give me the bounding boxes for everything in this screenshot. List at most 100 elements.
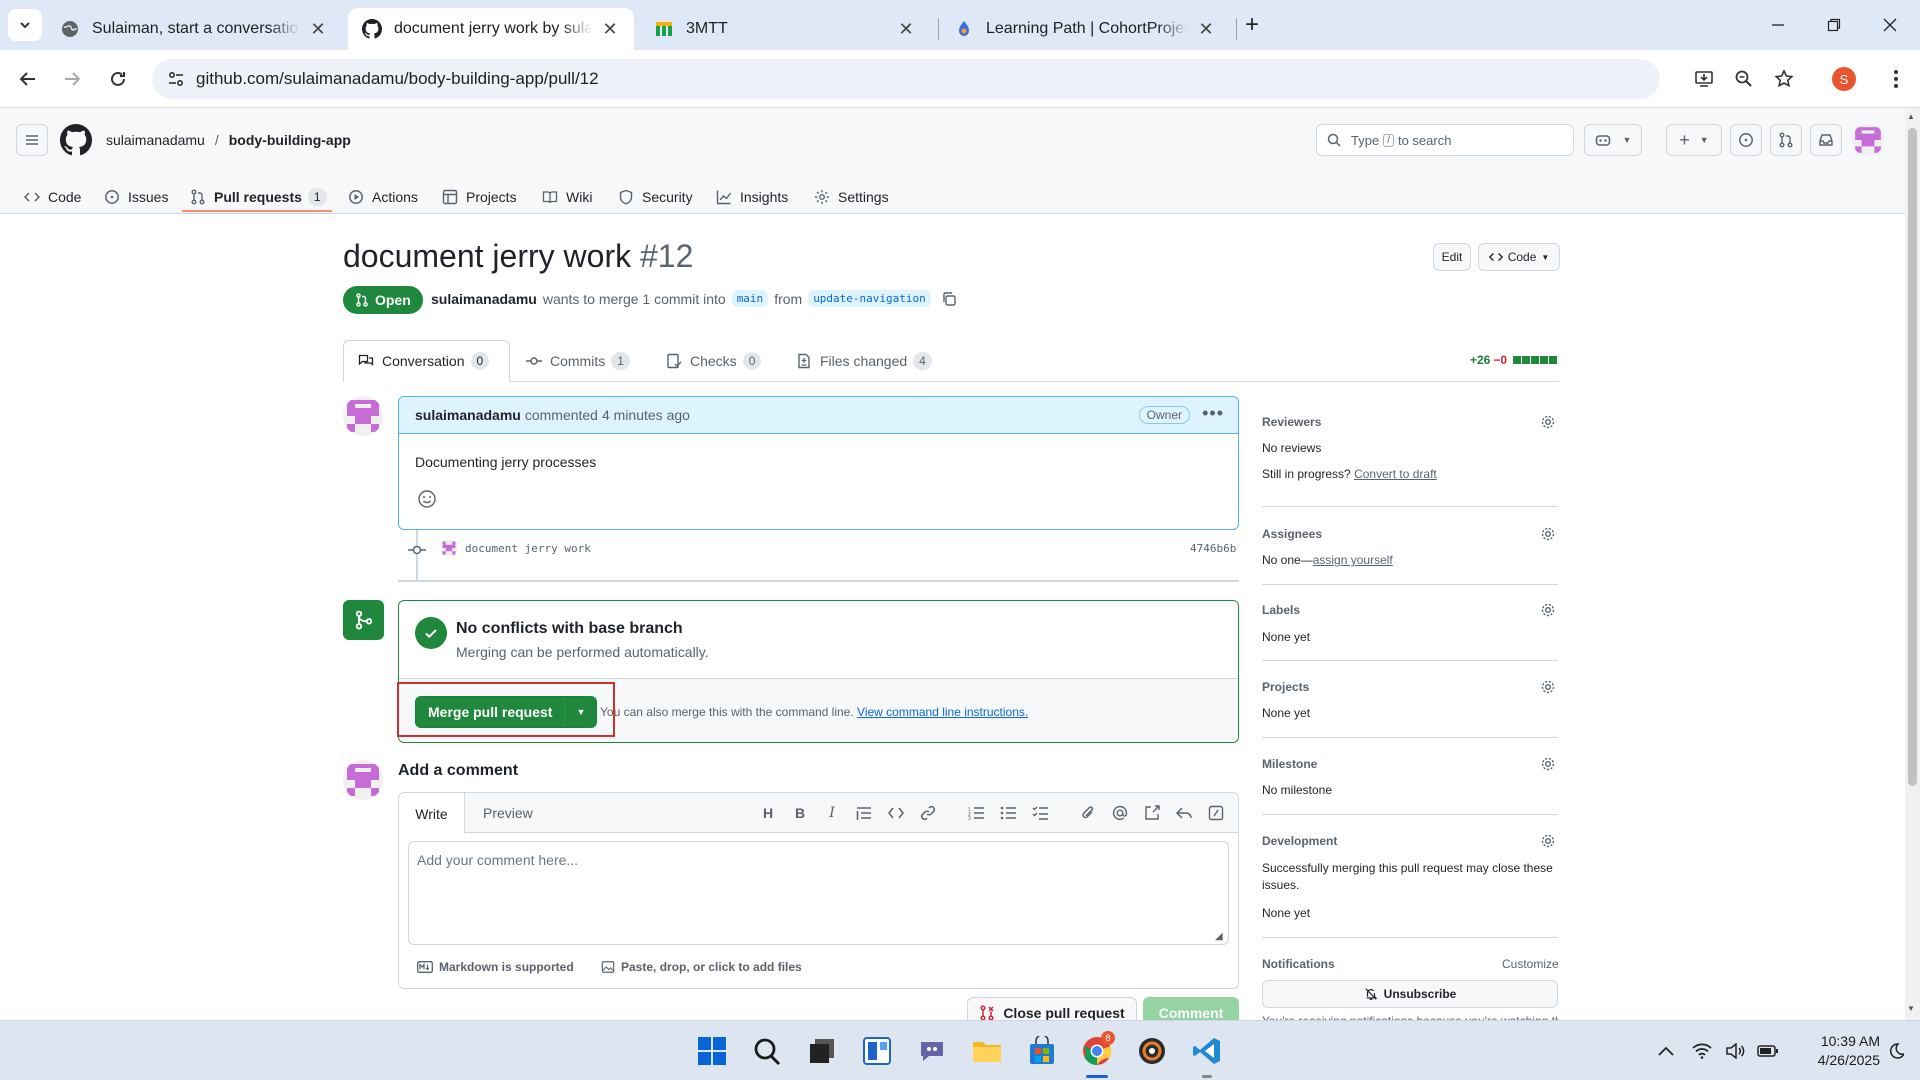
restore-button[interactable] bbox=[1806, 0, 1862, 50]
install-app-icon[interactable] bbox=[1688, 63, 1720, 95]
close-icon[interactable]: ✕ bbox=[308, 19, 328, 40]
task-list-icon[interactable] bbox=[1030, 803, 1050, 823]
teams-chat-icon[interactable] bbox=[914, 1033, 950, 1069]
bookmark-star-icon[interactable] bbox=[1768, 63, 1800, 95]
kebab-menu-icon[interactable]: ••• bbox=[1202, 403, 1224, 424]
wifi-icon[interactable] bbox=[1688, 1033, 1716, 1069]
markdown-supported[interactable]: Markdown is supported bbox=[417, 960, 574, 974]
gear-icon[interactable] bbox=[1540, 414, 1556, 430]
milestone-heading[interactable]: Milestone bbox=[1262, 757, 1317, 771]
system-clock[interactable]: 10:39 AM 4/26/2025 bbox=[1790, 1032, 1880, 1070]
repo-nav-issues[interactable]: Issues bbox=[104, 181, 168, 213]
comment-author[interactable]: sulaimanadamu bbox=[415, 407, 521, 423]
unsubscribe-button[interactable]: Unsubscribe bbox=[1262, 980, 1558, 1008]
copilot-button[interactable]: ▼ bbox=[1584, 124, 1642, 156]
comment-time[interactable]: 4 minutes ago bbox=[602, 407, 690, 423]
profile-avatar[interactable]: S bbox=[1832, 67, 1856, 91]
widgets-icon[interactable] bbox=[859, 1033, 895, 1069]
cross-reference-icon[interactable] bbox=[1142, 803, 1162, 823]
commit-sha[interactable]: 4746b6b bbox=[1190, 542, 1236, 555]
gear-icon[interactable] bbox=[1540, 833, 1556, 849]
owner-link[interactable]: sulaimanadamu bbox=[106, 132, 205, 148]
github-logo[interactable] bbox=[60, 124, 92, 159]
repo-nav-pull-requests[interactable]: Pull requests 1 bbox=[190, 181, 327, 213]
projects-heading[interactable]: Projects bbox=[1262, 680, 1309, 694]
customize-link[interactable]: Customize bbox=[1502, 957, 1559, 971]
reply-icon[interactable] bbox=[1174, 803, 1194, 823]
site-info-icon[interactable] bbox=[166, 69, 186, 94]
quote-icon[interactable] bbox=[854, 803, 874, 823]
labels-heading[interactable]: Labels bbox=[1262, 603, 1300, 617]
link-icon[interactable] bbox=[918, 803, 938, 823]
repo-nav-wiki[interactable]: Wiki bbox=[542, 181, 592, 213]
more-menu-icon[interactable] bbox=[1880, 63, 1912, 95]
commit-author-avatar[interactable] bbox=[441, 540, 457, 556]
repo-nav-projects[interactable]: Projects bbox=[442, 181, 517, 213]
tab-files-changed[interactable]: Files changed 4 bbox=[796, 340, 932, 382]
slash-command-icon[interactable] bbox=[1206, 803, 1226, 823]
comment-textarea[interactable]: Add your comment here... bbox=[408, 841, 1229, 945]
volume-icon[interactable] bbox=[1722, 1033, 1750, 1069]
battery-icon[interactable] bbox=[1754, 1033, 1782, 1069]
command-line-link[interactable]: View command line instructions. bbox=[857, 705, 1028, 719]
search-input[interactable]: Type / to search bbox=[1316, 124, 1574, 156]
edit-title-button[interactable]: Edit bbox=[1433, 243, 1471, 271]
scrollbar-thumb[interactable] bbox=[1908, 128, 1917, 786]
copy-icon[interactable] bbox=[941, 291, 957, 307]
tab-write[interactable]: Write bbox=[399, 793, 465, 834]
create-new-button[interactable]: + ▼ bbox=[1666, 124, 1722, 156]
assignees-heading[interactable]: Assignees bbox=[1262, 527, 1322, 541]
chrome-icon[interactable]: 8 bbox=[1079, 1031, 1115, 1069]
bold-icon[interactable]: B bbox=[790, 803, 810, 823]
tab-checks[interactable]: Checks 0 bbox=[666, 340, 762, 382]
heading-icon[interactable]: H bbox=[758, 803, 778, 823]
code-icon[interactable] bbox=[886, 803, 906, 823]
reviewers-heading[interactable]: Reviewers bbox=[1262, 415, 1321, 429]
media-player-icon[interactable] bbox=[1134, 1033, 1170, 1069]
repo-link[interactable]: body-building-app bbox=[229, 132, 351, 148]
commit-message[interactable]: document jerry work bbox=[465, 542, 591, 555]
forward-arrow-icon[interactable] bbox=[56, 63, 88, 95]
close-icon[interactable]: ✕ bbox=[896, 19, 916, 40]
unordered-list-icon[interactable] bbox=[998, 803, 1018, 823]
reload-icon[interactable] bbox=[102, 63, 134, 95]
gear-icon[interactable] bbox=[1540, 679, 1556, 695]
tab-preview[interactable]: Preview bbox=[483, 805, 533, 821]
address-bar[interactable]: github.com/sulaimanadamu/body-building-a… bbox=[152, 59, 1660, 99]
chevron-up-icon[interactable] bbox=[1648, 1033, 1684, 1069]
browser-tab-3mtt[interactable]: 3MTT ✕ bbox=[640, 8, 930, 50]
ordered-list-icon[interactable]: 123 bbox=[966, 803, 986, 823]
pull-requests-button[interactable] bbox=[1770, 124, 1802, 156]
new-tab-button[interactable]: + bbox=[1230, 0, 1274, 50]
zoom-icon[interactable] bbox=[1728, 63, 1760, 95]
add-reaction-icon[interactable] bbox=[417, 489, 437, 512]
hamburger-menu-icon[interactable] bbox=[16, 124, 48, 156]
browser-tab-chatgpt[interactable]: Sulaiman, start a conversation with Chat… bbox=[46, 8, 342, 50]
head-branch[interactable]: update-navigation bbox=[808, 290, 931, 307]
vscode-icon[interactable] bbox=[1189, 1033, 1225, 1069]
repo-nav-security[interactable]: Security bbox=[618, 181, 693, 213]
mention-icon[interactable] bbox=[1110, 803, 1130, 823]
attach-icon[interactable] bbox=[1078, 803, 1098, 823]
assign-yourself-link[interactable]: assign yourself bbox=[1313, 553, 1393, 567]
search-icon[interactable] bbox=[749, 1033, 785, 1069]
scroll-down-icon[interactable]: ▼ bbox=[1907, 1004, 1915, 1013]
close-icon[interactable]: ✕ bbox=[1196, 19, 1216, 40]
development-heading[interactable]: Development bbox=[1262, 834, 1337, 848]
tab-search-dropdown-icon[interactable] bbox=[8, 9, 42, 41]
scroll-up-icon[interactable]: ▲ bbox=[1907, 112, 1915, 121]
tab-commits[interactable]: Commits 1 bbox=[526, 340, 630, 382]
user-avatar[interactable] bbox=[1852, 124, 1884, 156]
resize-handle-icon[interactable]: ◢ bbox=[1215, 931, 1223, 942]
gear-icon[interactable] bbox=[1540, 756, 1556, 772]
current-user-avatar[interactable] bbox=[343, 760, 383, 800]
issues-button[interactable] bbox=[1730, 124, 1762, 156]
author-link[interactable]: sulaimanadamu bbox=[431, 291, 537, 307]
browser-tab-cohort[interactable]: Learning Path | CohortProject | 3MTT ✕ bbox=[940, 8, 1230, 50]
gear-icon[interactable] bbox=[1540, 602, 1556, 618]
microsoft-store-icon[interactable] bbox=[1024, 1033, 1060, 1069]
gear-icon[interactable] bbox=[1540, 526, 1556, 542]
convert-to-draft-link[interactable]: Convert to draft bbox=[1354, 467, 1437, 481]
italic-icon[interactable]: I bbox=[822, 803, 842, 823]
repo-nav-actions[interactable]: Actions bbox=[348, 181, 418, 213]
